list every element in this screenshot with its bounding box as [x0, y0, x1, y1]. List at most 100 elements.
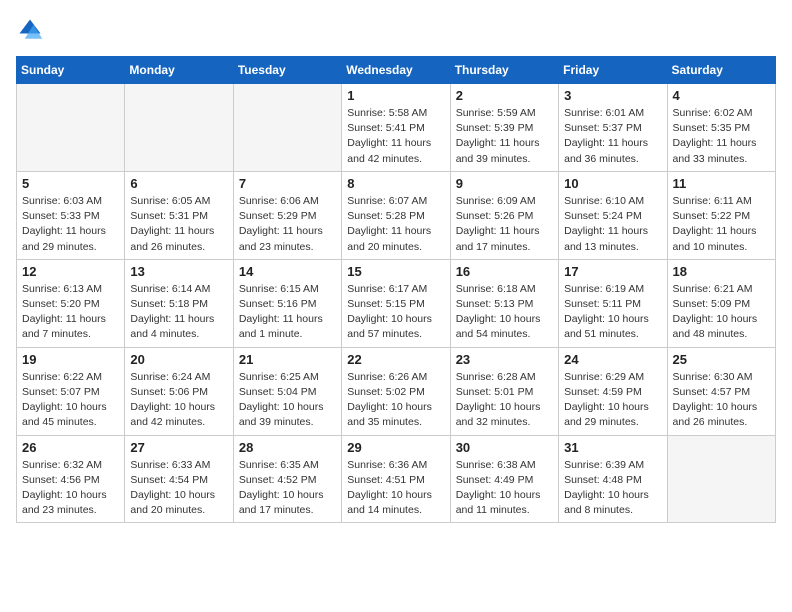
day-info: Sunrise: 6:06 AM Sunset: 5:29 PM Dayligh…: [239, 194, 336, 255]
calendar-cell: 6 Sunrise: 6:05 AM Sunset: 5:31 PM Daylig…: [125, 171, 233, 259]
day-number: 31: [564, 440, 661, 455]
calendar-cell: 29 Sunrise: 6:36 AM Sunset: 4:51 PM Dayli…: [342, 435, 450, 523]
calendar-cell: 22 Sunrise: 6:26 AM Sunset: 5:02 PM Dayli…: [342, 347, 450, 435]
calendar-cell: 17 Sunrise: 6:19 AM Sunset: 5:11 PM Dayli…: [559, 259, 667, 347]
day-info: Sunrise: 6:29 AM Sunset: 4:59 PM Dayligh…: [564, 370, 661, 431]
day-info: Sunrise: 6:32 AM Sunset: 4:56 PM Dayligh…: [22, 458, 119, 519]
day-info: Sunrise: 6:01 AM Sunset: 5:37 PM Dayligh…: [564, 106, 661, 167]
day-number: 16: [456, 264, 553, 279]
calendar-cell: 20 Sunrise: 6:24 AM Sunset: 5:06 PM Dayli…: [125, 347, 233, 435]
day-info: Sunrise: 6:38 AM Sunset: 4:49 PM Dayligh…: [456, 458, 553, 519]
day-info: Sunrise: 5:59 AM Sunset: 5:39 PM Dayligh…: [456, 106, 553, 167]
day-info: Sunrise: 6:35 AM Sunset: 4:52 PM Dayligh…: [239, 458, 336, 519]
day-info: Sunrise: 6:26 AM Sunset: 5:02 PM Dayligh…: [347, 370, 444, 431]
calendar-cell: [233, 84, 341, 172]
day-info: Sunrise: 6:05 AM Sunset: 5:31 PM Dayligh…: [130, 194, 227, 255]
day-info: Sunrise: 6:24 AM Sunset: 5:06 PM Dayligh…: [130, 370, 227, 431]
calendar-cell: 15 Sunrise: 6:17 AM Sunset: 5:15 PM Dayli…: [342, 259, 450, 347]
calendar-cell: [667, 435, 775, 523]
day-number: 5: [22, 176, 119, 191]
day-number: 22: [347, 352, 444, 367]
calendar-cell: 25 Sunrise: 6:30 AM Sunset: 4:57 PM Dayli…: [667, 347, 775, 435]
calendar-cell: 23Sunrise: 6:28 AM Sunset: 5:01 PM Dayli…: [450, 347, 558, 435]
day-number: 8: [347, 176, 444, 191]
logo-icon: [16, 16, 44, 44]
day-info: Sunrise: 6:21 AM Sunset: 5:09 PM Dayligh…: [673, 282, 770, 343]
calendar-cell: 7 Sunrise: 6:06 AM Sunset: 5:29 PM Daylig…: [233, 171, 341, 259]
day-number: 25: [673, 352, 770, 367]
day-info: Sunrise: 6:07 AM Sunset: 5:28 PM Dayligh…: [347, 194, 444, 255]
page-header: [16, 16, 776, 44]
day-number: 30: [456, 440, 553, 455]
calendar-cell: 30 Sunrise: 6:38 AM Sunset: 4:49 PM Dayli…: [450, 435, 558, 523]
calendar-cell: 28 Sunrise: 6:35 AM Sunset: 4:52 PM Dayli…: [233, 435, 341, 523]
calendar-cell: 27Sunrise: 6:33 AM Sunset: 4:54 PM Dayli…: [125, 435, 233, 523]
calendar-week-row: 1 Sunrise: 5:58 AM Sunset: 5:41 PM Daylig…: [17, 84, 776, 172]
calendar-cell: 16 Sunrise: 6:18 AM Sunset: 5:13 PM Dayli…: [450, 259, 558, 347]
day-number: 6: [130, 176, 227, 191]
calendar-cell: 21Sunrise: 6:25 AM Sunset: 5:04 PM Dayli…: [233, 347, 341, 435]
calendar-cell: 24 Sunrise: 6:29 AM Sunset: 4:59 PM Dayli…: [559, 347, 667, 435]
calendar-cell: 4 Sunrise: 6:02 AM Sunset: 5:35 PM Daylig…: [667, 84, 775, 172]
day-number: 15: [347, 264, 444, 279]
day-info: Sunrise: 6:18 AM Sunset: 5:13 PM Dayligh…: [456, 282, 553, 343]
calendar-cell: 9 Sunrise: 6:09 AM Sunset: 5:26 PM Daylig…: [450, 171, 558, 259]
day-info: Sunrise: 6:36 AM Sunset: 4:51 PM Dayligh…: [347, 458, 444, 519]
day-number: 20: [130, 352, 227, 367]
day-number: 7: [239, 176, 336, 191]
day-info: Sunrise: 6:17 AM Sunset: 5:15 PM Dayligh…: [347, 282, 444, 343]
day-number: 17: [564, 264, 661, 279]
day-number: 9: [456, 176, 553, 191]
calendar-cell: 26 Sunrise: 6:32 AM Sunset: 4:56 PM Dayli…: [17, 435, 125, 523]
calendar-cell: 14 Sunrise: 6:15 AM Sunset: 5:16 PM Dayli…: [233, 259, 341, 347]
day-number: 11: [673, 176, 770, 191]
calendar-cell: 31 Sunrise: 6:39 AM Sunset: 4:48 PM Dayli…: [559, 435, 667, 523]
day-number: 18: [673, 264, 770, 279]
calendar: SundayMondayTuesdayWednesdayThursdayFrid…: [16, 56, 776, 523]
calendar-header-row: SundayMondayTuesdayWednesdayThursdayFrid…: [17, 57, 776, 84]
calendar-cell: 2Sunrise: 5:59 AM Sunset: 5:39 PM Daylig…: [450, 84, 558, 172]
day-info: Sunrise: 6:09 AM Sunset: 5:26 PM Dayligh…: [456, 194, 553, 255]
day-of-week-header: Saturday: [667, 57, 775, 84]
day-number: 24: [564, 352, 661, 367]
day-number: 14: [239, 264, 336, 279]
day-info: Sunrise: 6:19 AM Sunset: 5:11 PM Dayligh…: [564, 282, 661, 343]
day-info: Sunrise: 6:13 AM Sunset: 5:20 PM Dayligh…: [22, 282, 119, 343]
day-info: Sunrise: 6:11 AM Sunset: 5:22 PM Dayligh…: [673, 194, 770, 255]
day-number: 26: [22, 440, 119, 455]
day-info: Sunrise: 6:03 AM Sunset: 5:33 PM Dayligh…: [22, 194, 119, 255]
day-number: 23: [456, 352, 553, 367]
day-of-week-header: Sunday: [17, 57, 125, 84]
day-number: 4: [673, 88, 770, 103]
day-info: Sunrise: 6:30 AM Sunset: 4:57 PM Dayligh…: [673, 370, 770, 431]
day-info: Sunrise: 6:02 AM Sunset: 5:35 PM Dayligh…: [673, 106, 770, 167]
day-info: Sunrise: 6:25 AM Sunset: 5:04 PM Dayligh…: [239, 370, 336, 431]
day-info: Sunrise: 5:58 AM Sunset: 5:41 PM Dayligh…: [347, 106, 444, 167]
calendar-cell: 13Sunrise: 6:14 AM Sunset: 5:18 PM Dayli…: [125, 259, 233, 347]
day-of-week-header: Wednesday: [342, 57, 450, 84]
day-number: 10: [564, 176, 661, 191]
day-of-week-header: Friday: [559, 57, 667, 84]
calendar-week-row: 12Sunrise: 6:13 AM Sunset: 5:20 PM Dayli…: [17, 259, 776, 347]
day-number: 3: [564, 88, 661, 103]
day-info: Sunrise: 6:22 AM Sunset: 5:07 PM Dayligh…: [22, 370, 119, 431]
day-info: Sunrise: 6:39 AM Sunset: 4:48 PM Dayligh…: [564, 458, 661, 519]
day-number: 19: [22, 352, 119, 367]
day-number: 1: [347, 88, 444, 103]
calendar-cell: 10Sunrise: 6:10 AM Sunset: 5:24 PM Dayli…: [559, 171, 667, 259]
day-number: 27: [130, 440, 227, 455]
logo: [16, 16, 48, 44]
calendar-cell: 5 Sunrise: 6:03 AM Sunset: 5:33 PM Daylig…: [17, 171, 125, 259]
calendar-week-row: 19 Sunrise: 6:22 AM Sunset: 5:07 PM Dayli…: [17, 347, 776, 435]
calendar-week-row: 5 Sunrise: 6:03 AM Sunset: 5:33 PM Daylig…: [17, 171, 776, 259]
day-info: Sunrise: 6:15 AM Sunset: 5:16 PM Dayligh…: [239, 282, 336, 343]
calendar-cell: 12Sunrise: 6:13 AM Sunset: 5:20 PM Dayli…: [17, 259, 125, 347]
calendar-cell: [125, 84, 233, 172]
calendar-cell: 19 Sunrise: 6:22 AM Sunset: 5:07 PM Dayli…: [17, 347, 125, 435]
day-number: 29: [347, 440, 444, 455]
day-number: 28: [239, 440, 336, 455]
calendar-week-row: 26 Sunrise: 6:32 AM Sunset: 4:56 PM Dayli…: [17, 435, 776, 523]
calendar-cell: 8 Sunrise: 6:07 AM Sunset: 5:28 PM Daylig…: [342, 171, 450, 259]
calendar-cell: 3 Sunrise: 6:01 AM Sunset: 5:37 PM Daylig…: [559, 84, 667, 172]
day-of-week-header: Tuesday: [233, 57, 341, 84]
